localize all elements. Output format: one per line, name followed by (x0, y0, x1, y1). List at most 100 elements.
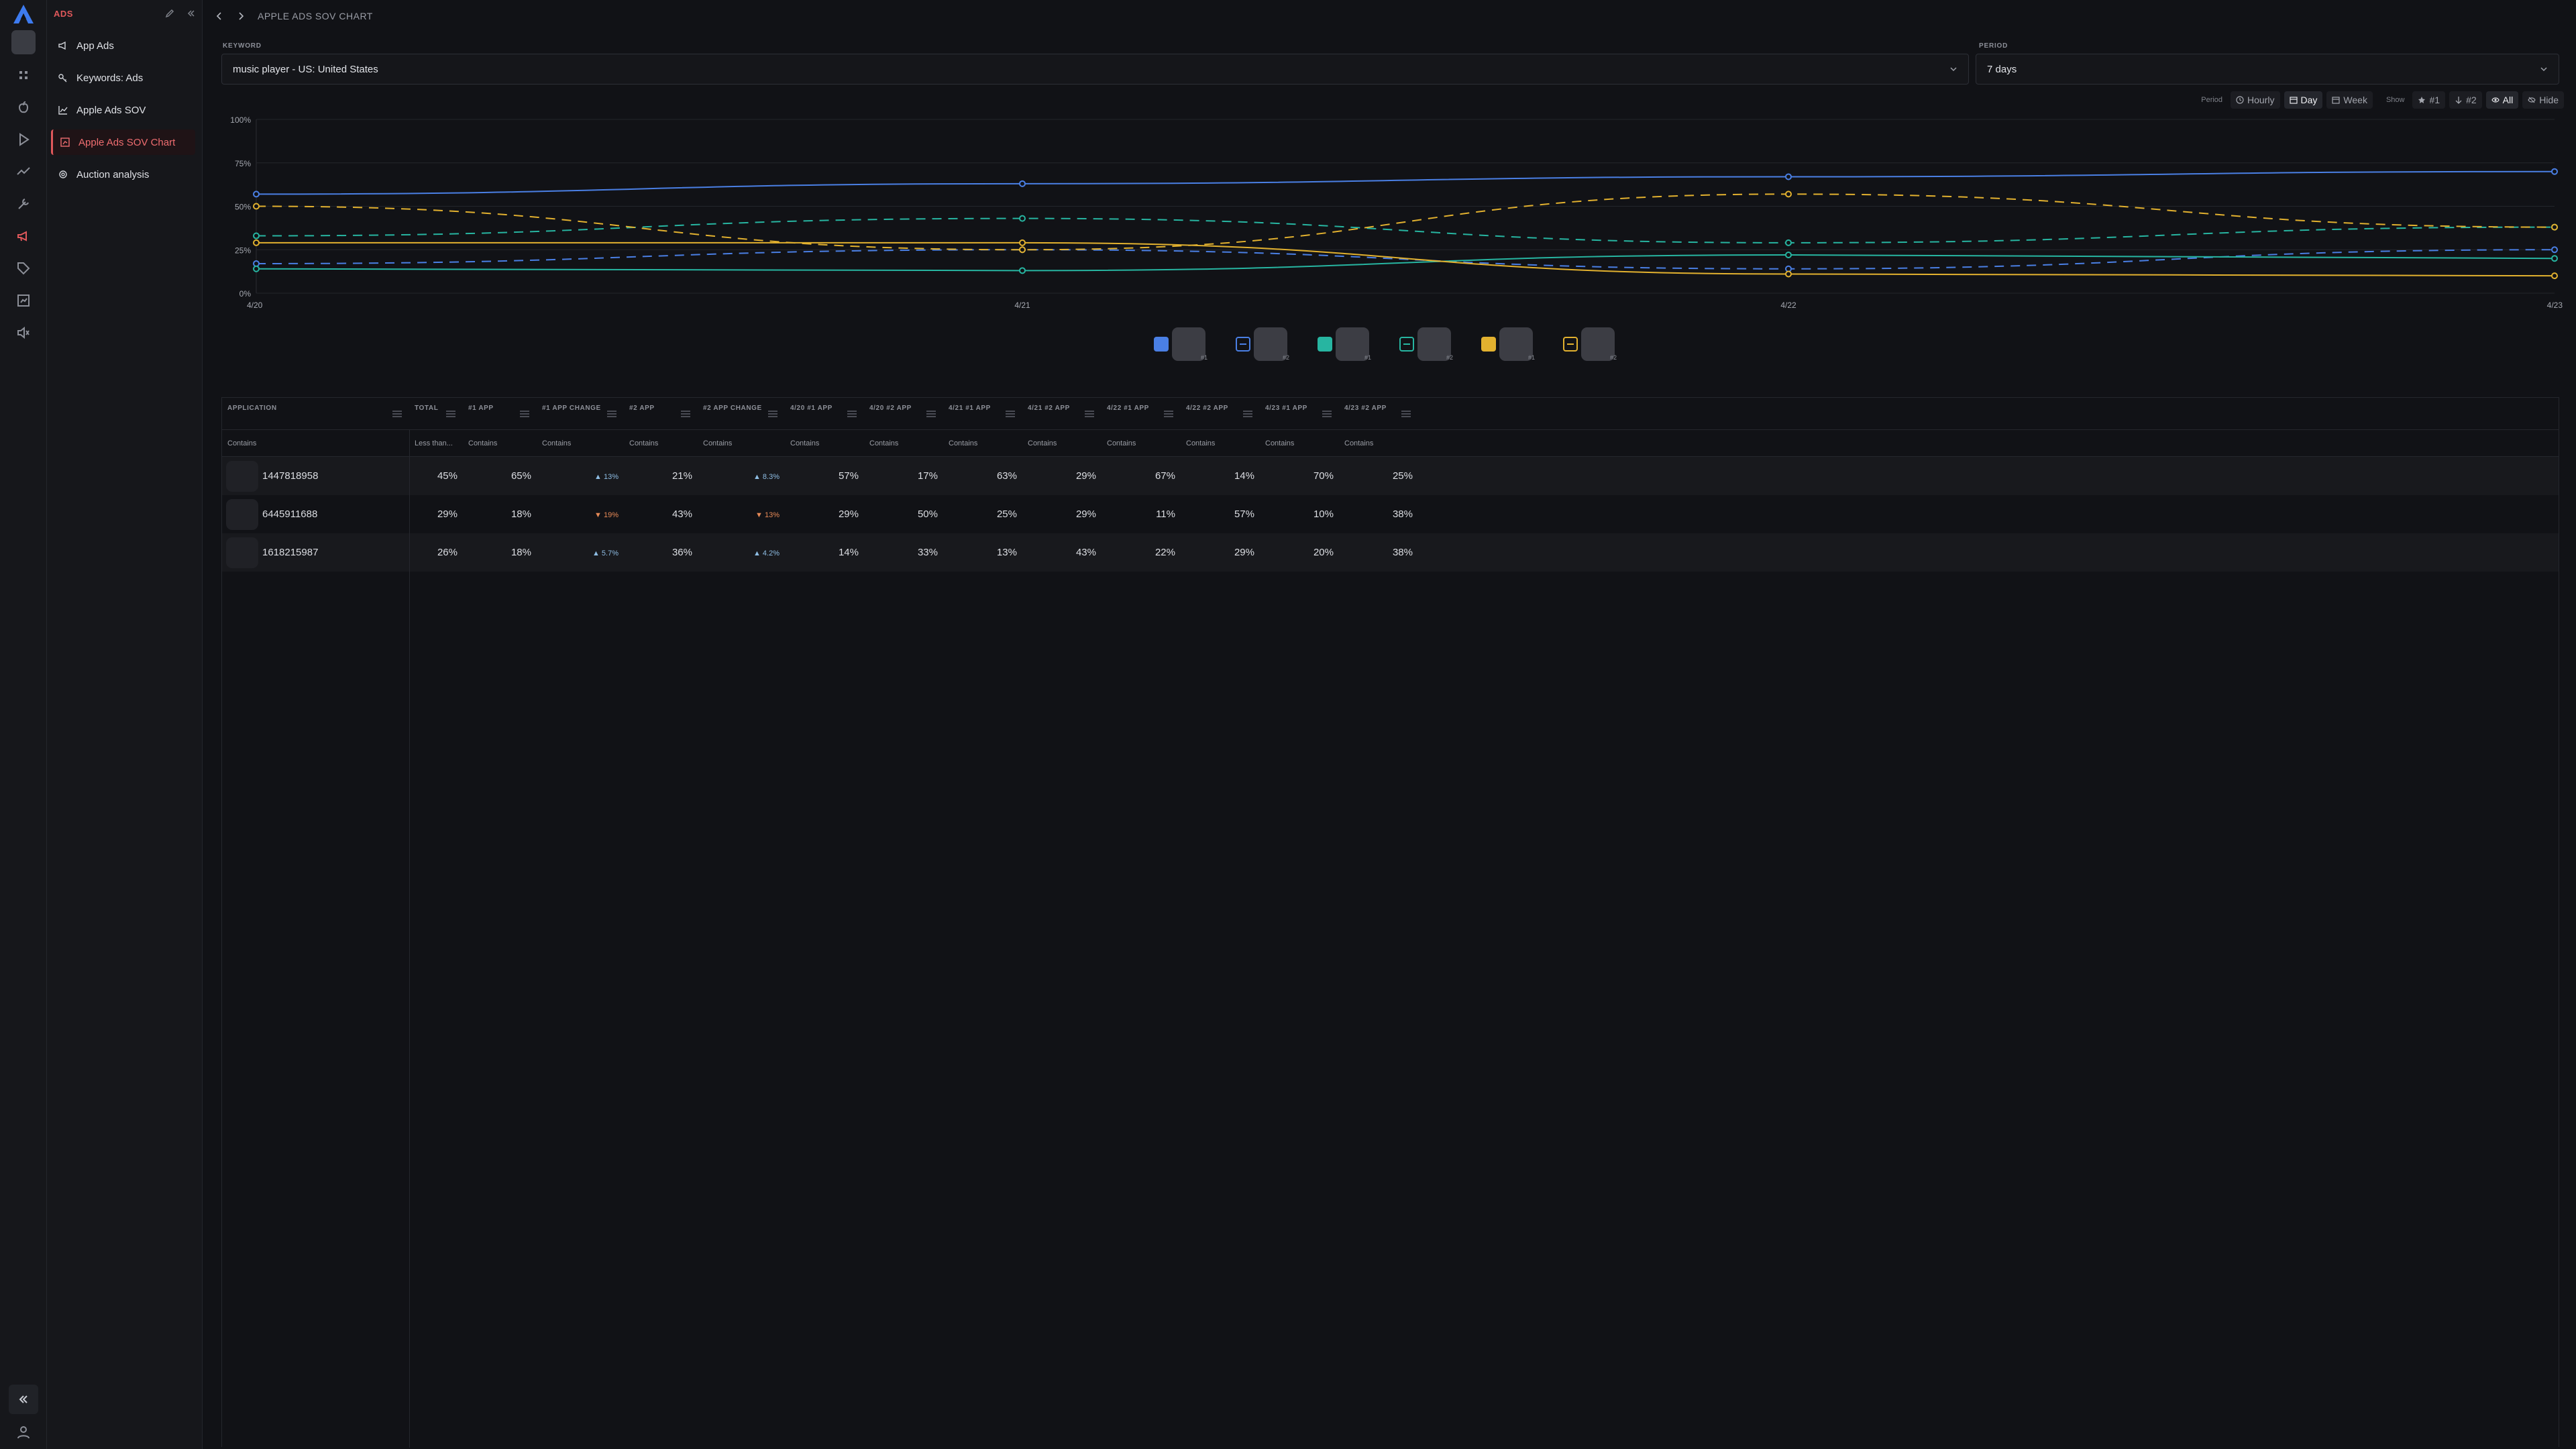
column-header[interactable]: APPLICATION (222, 398, 409, 430)
data-point[interactable] (2551, 255, 2558, 262)
column-menu-icon[interactable] (519, 411, 530, 417)
play-icon[interactable] (15, 131, 32, 148)
grid-icon[interactable] (15, 67, 32, 83)
column-header[interactable]: #1 APP (463, 398, 537, 430)
column-header[interactable]: 4/22 #2 APP (1181, 398, 1260, 430)
trend-icon[interactable] (15, 164, 32, 180)
column-filter-input[interactable]: Contains (1339, 430, 1418, 457)
column-menu-icon[interactable] (926, 411, 936, 417)
column-filter-input[interactable]: Contains (1102, 430, 1181, 457)
column-menu-icon[interactable] (392, 411, 402, 417)
column-filter-input[interactable]: Contains (1260, 430, 1339, 457)
keyword-select[interactable]: music player - US: United States (221, 54, 1969, 85)
data-point[interactable] (1019, 180, 1026, 187)
column-filter-input[interactable]: Contains (1022, 430, 1102, 457)
column-menu-icon[interactable] (1401, 411, 1411, 417)
app-switcher[interactable] (11, 30, 36, 54)
chevron-left-icon[interactable] (215, 11, 224, 21)
chevron-right-icon[interactable] (236, 11, 246, 21)
table-row[interactable]: 1618215987 26% 18% ▲ 5.7% 36% ▲ 4.2% 14% 33% 13%… (222, 533, 2559, 572)
edit-icon[interactable] (164, 8, 175, 19)
collapse-sidebar-button[interactable] (9, 1385, 38, 1414)
rank2-button[interactable]: #2 (2449, 91, 2482, 109)
legend-item[interactable]: #2 (1236, 327, 1291, 366)
data-point[interactable] (2551, 168, 2558, 175)
column-filter-input[interactable]: Contains (864, 430, 943, 457)
user-icon[interactable] (15, 1424, 32, 1440)
column-header[interactable]: 4/23 #1 APP (1260, 398, 1339, 430)
week-button[interactable]: Week (2326, 91, 2373, 109)
app-id[interactable]: 6445911688 (262, 495, 317, 533)
column-header[interactable]: 4/21 #1 APP (943, 398, 1022, 430)
column-menu-icon[interactable] (606, 411, 617, 417)
data-point[interactable] (1785, 239, 1792, 246)
megaphone-icon[interactable] (15, 228, 32, 244)
tag-icon[interactable] (15, 260, 32, 276)
column-filter-input[interactable]: Contains (222, 430, 409, 457)
column-header[interactable]: TOTAL (409, 398, 463, 430)
table-row[interactable]: 6445911688 29% 18% ▼ 19% 43% ▼ 13% 29% 50% 25% 29… (222, 495, 2559, 533)
data-point[interactable] (1019, 239, 1026, 246)
sidebar-item-keywords-ads[interactable]: Keywords: Ads (51, 65, 195, 91)
data-point[interactable] (2551, 246, 2558, 254)
sidebar-item-auction-analysis[interactable]: Auction analysis (51, 162, 195, 187)
sidebar-item-apple-ads-sov[interactable]: Apple Ads SOV (51, 97, 195, 123)
column-header[interactable]: 4/23 #2 APP (1339, 398, 1418, 430)
legend-item[interactable]: #1 (1154, 327, 1209, 366)
column-menu-icon[interactable] (1242, 411, 1253, 417)
legend-item[interactable]: #1 (1318, 327, 1373, 366)
data-point[interactable] (253, 232, 260, 239)
hide-button[interactable]: Hide (2522, 91, 2564, 109)
column-filter-input[interactable]: Contains (943, 430, 1022, 457)
data-point[interactable] (1785, 252, 1792, 259)
data-point[interactable] (1785, 191, 1792, 198)
column-menu-icon[interactable] (1322, 411, 1332, 417)
column-header[interactable]: 4/20 #2 APP (864, 398, 943, 430)
column-filter-input[interactable]: Contains (1181, 430, 1260, 457)
column-filter-input[interactable]: Contains (537, 430, 624, 457)
column-filter-input[interactable]: Contains (785, 430, 864, 457)
column-menu-icon[interactable] (1005, 411, 1016, 417)
hourly-button[interactable]: Hourly (2231, 91, 2280, 109)
speaker-icon[interactable] (15, 325, 32, 341)
column-menu-icon[interactable] (847, 411, 857, 417)
table-row[interactable]: 1447818958 45% 65% ▲ 13% 21% ▲ 8.3% 57% 17% 63% 2… (222, 457, 2559, 495)
show-all-button[interactable]: All (2485, 91, 2519, 109)
column-filter-input[interactable]: Contains (698, 430, 785, 457)
rank1-button[interactable]: #1 (2412, 91, 2446, 109)
column-menu-icon[interactable] (680, 411, 691, 417)
chart-box-icon[interactable] (15, 292, 32, 309)
sidebar-item-apple-ads-sov-chart[interactable]: Apple Ads SOV Chart (51, 129, 195, 155)
column-header[interactable]: 4/20 #1 APP (785, 398, 864, 430)
data-point[interactable] (253, 203, 260, 210)
column-header[interactable]: #1 APP CHANGE (537, 398, 624, 430)
column-filter-input[interactable]: Contains (463, 430, 537, 457)
column-menu-icon[interactable] (767, 411, 778, 417)
data-point[interactable] (1019, 246, 1026, 254)
data-point[interactable] (1785, 270, 1792, 278)
legend-item[interactable]: #2 (1399, 327, 1454, 366)
column-header[interactable]: 4/21 #2 APP (1022, 398, 1102, 430)
data-point[interactable] (253, 191, 260, 198)
logo-icon[interactable] (13, 4, 34, 24)
column-menu-icon[interactable] (1084, 411, 1095, 417)
app-id[interactable]: 1447818958 (262, 457, 318, 495)
column-menu-icon[interactable] (1163, 411, 1174, 417)
data-point[interactable] (1785, 173, 1792, 180)
data-point[interactable] (1019, 215, 1026, 222)
legend-item[interactable]: #2 (1563, 327, 1618, 366)
data-point[interactable] (2551, 223, 2558, 231)
app-id[interactable]: 1618215987 (262, 533, 318, 572)
data-point[interactable] (253, 239, 260, 246)
legend-item[interactable]: #1 (1481, 327, 1536, 366)
period-select[interactable]: 7 days (1976, 54, 2559, 85)
collapse-panel-icon[interactable] (186, 8, 197, 19)
day-button[interactable]: Day (2284, 91, 2323, 109)
tools-icon[interactable] (15, 196, 32, 212)
column-header[interactable]: #2 APP CHANGE (698, 398, 785, 430)
column-filter-input[interactable]: Less than... (409, 430, 463, 457)
column-header[interactable]: 4/22 #1 APP (1102, 398, 1181, 430)
column-menu-icon[interactable] (445, 411, 456, 417)
column-header[interactable]: #2 APP (624, 398, 698, 430)
data-point[interactable] (1019, 267, 1026, 274)
